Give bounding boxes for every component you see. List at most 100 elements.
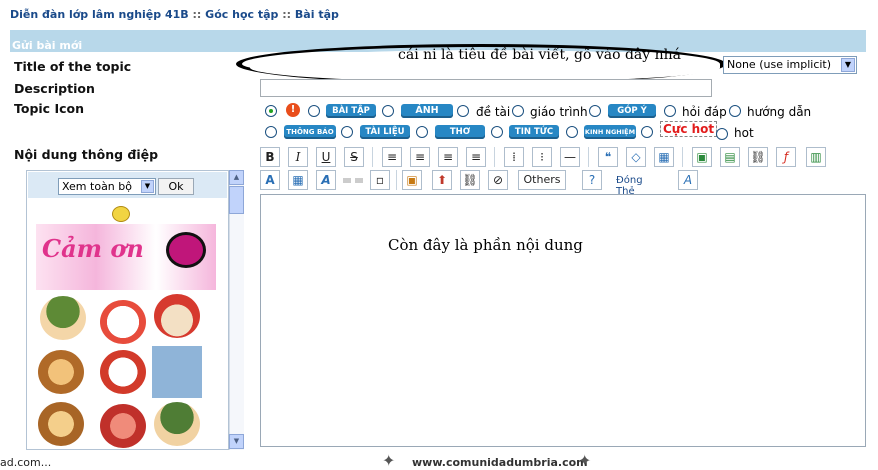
scroll-up-icon[interactable]: ▲ [229, 170, 244, 185]
icon-radio-de-tai[interactable] [512, 105, 524, 117]
icon-radio-tho[interactable] [491, 126, 503, 138]
flash-icon[interactable]: ƒ [776, 147, 796, 167]
italic-icon[interactable]: I [288, 147, 308, 167]
quote-icon[interactable]: ❝ [598, 147, 618, 167]
smiley-ok-button[interactable]: Ok [158, 178, 194, 195]
status-bar-text: ad.com... [0, 456, 52, 469]
dragon-icon: ✦ [578, 451, 592, 470]
icon-option-giao-trinh: giáo trình [530, 105, 588, 119]
ordered-list-icon[interactable]: ⁞ [504, 147, 524, 167]
laughing-monkey-icon[interactable] [38, 402, 84, 446]
icon-radio-huong-dan[interactable] [265, 126, 277, 138]
small-divider-icon [355, 178, 363, 183]
description-input[interactable] [260, 79, 712, 97]
message-editor[interactable] [260, 194, 866, 447]
icon-option-hot: hot [734, 126, 754, 140]
chevron-down-icon[interactable]: ▼ [141, 180, 154, 193]
badge-tho: THƠ [435, 125, 485, 139]
icon-radio-tin-tuc[interactable] [566, 126, 578, 138]
icon-radio-cuc-hot[interactable] [716, 128, 728, 140]
toolbar-separator [682, 147, 683, 167]
horizontal-rule-icon[interactable]: — [560, 147, 580, 167]
unlink-icon[interactable]: ⊘ [488, 170, 508, 190]
breadcrumb-separator: :: [282, 8, 292, 21]
icon-option-huong-dan: hướng dẫn [747, 105, 812, 119]
icon-radio-hoi-dap[interactable] [729, 105, 741, 117]
alert-icon: ! [286, 103, 300, 117]
santa-smiley-icon[interactable] [154, 294, 200, 338]
breadcrumb-separator: :: [192, 8, 202, 21]
code-icon[interactable]: ◇ [626, 147, 646, 167]
spell-check-icon[interactable]: A [678, 170, 698, 190]
justify-icon[interactable]: ≡ [466, 147, 486, 167]
breadcrumb: Diễn đàn lớp lâm nghiệp 41B :: Góc học t… [10, 8, 339, 21]
crying-soldier-icon[interactable] [154, 402, 200, 446]
video-icon[interactable]: ▥ [806, 147, 826, 167]
align-right-icon[interactable]: ≡ [438, 147, 458, 167]
icon-radio-alert[interactable] [308, 105, 320, 117]
image-icon[interactable]: ▣ [692, 147, 712, 167]
dizzy-devil-icon[interactable] [100, 404, 146, 448]
title-input-text: cái ni là tiêu đề bài viết, gõ vào đây n… [398, 47, 682, 63]
icon-radio-none[interactable] [265, 105, 277, 117]
toolbar-separator [588, 147, 589, 167]
others-button[interactable]: Others [518, 170, 566, 190]
bold-icon[interactable]: B [260, 147, 280, 167]
prefix-select-value: None (use implicit) [727, 58, 832, 71]
monkey-smiley-icon[interactable] [38, 350, 84, 394]
description-label: Description [14, 81, 95, 96]
toolbar-separator [494, 147, 495, 167]
icon-radio-anh[interactable] [457, 105, 469, 117]
picture-icon[interactable]: ▤ [720, 147, 740, 167]
shouting-smiley-icon[interactable] [152, 346, 202, 398]
link-icon[interactable]: ⛓ [748, 147, 768, 167]
unordered-list-icon[interactable]: ⁝ [532, 147, 552, 167]
align-center-icon[interactable]: ≡ [410, 147, 430, 167]
badge-tin-tuc: TIN TỨC [509, 125, 559, 139]
badge-gop-y: GÓP Ý [608, 104, 656, 118]
grin-smiley-icon[interactable] [112, 206, 130, 222]
badge-tai-lieu: TÀI LIỆU [360, 125, 410, 139]
toolbar-separator [372, 147, 373, 167]
icon-radio-kinh-nghiem[interactable] [641, 126, 653, 138]
breadcrumb-forum-link[interactable]: Diễn đàn lớp lâm nghiệp 41B [10, 8, 189, 21]
small-divider-icon [343, 178, 351, 183]
topic-icon-label: Topic Icon [14, 101, 84, 116]
align-left-icon[interactable]: ≡ [382, 147, 402, 167]
table-icon[interactable]: ▦ [654, 147, 674, 167]
scroll-down-icon[interactable]: ▼ [229, 434, 244, 449]
help-icon[interactable]: ? [582, 170, 602, 190]
prefix-select[interactable]: None (use implicit) ▼ [723, 56, 857, 74]
breadcrumb-subsection-link[interactable]: Bài tập [295, 8, 339, 21]
remove-format-icon[interactable]: ▫ [370, 170, 390, 190]
chain-icon[interactable]: ⛓ [460, 170, 480, 190]
dragon-icon: ✦ [382, 451, 396, 470]
soldier-smiley-icon[interactable] [40, 296, 86, 340]
toolbar-separator [396, 170, 397, 190]
thank-you-banner-image[interactable]: Cảm ơn [36, 224, 216, 290]
upload-icon[interactable]: ⬆ [432, 170, 452, 190]
strikethrough-icon[interactable]: S [344, 147, 364, 167]
icon-radio-tai-lieu[interactable] [416, 126, 428, 138]
font-face-icon[interactable]: ▦ [288, 170, 308, 190]
badge-thong-bao: THÔNG BÁO [284, 125, 336, 139]
icon-radio-gop-y[interactable] [664, 105, 676, 117]
underline-icon[interactable]: U [316, 147, 336, 167]
scroll-thumb[interactable] [229, 186, 244, 214]
insert-attachment-icon[interactable]: ▣ [402, 170, 422, 190]
badge-kinh-nghiem: KINH NGHIỆM [584, 125, 636, 139]
heart-icon [166, 232, 206, 268]
smiley-view-select[interactable]: Xem toàn bộ ▼ [58, 178, 156, 195]
chevron-down-icon[interactable]: ▼ [841, 58, 855, 72]
icon-radio-bai-tap[interactable] [382, 105, 394, 117]
devil-smiley-icon[interactable] [100, 350, 146, 394]
camera-smiley-icon[interactable] [100, 300, 146, 344]
font-color-icon[interactable]: A [260, 170, 280, 190]
font-size-icon[interactable]: A [316, 170, 336, 190]
icon-radio-thong-bao[interactable] [341, 126, 353, 138]
breadcrumb-section-link[interactable]: Góc học tập [205, 8, 278, 21]
icon-option-cuc-hot: Cực hot [660, 121, 718, 137]
content-label: Nội dung thông điệp [14, 147, 159, 162]
icon-radio-giao-trinh[interactable] [589, 105, 601, 117]
form-section-title: Gửi bài mới [12, 39, 83, 52]
